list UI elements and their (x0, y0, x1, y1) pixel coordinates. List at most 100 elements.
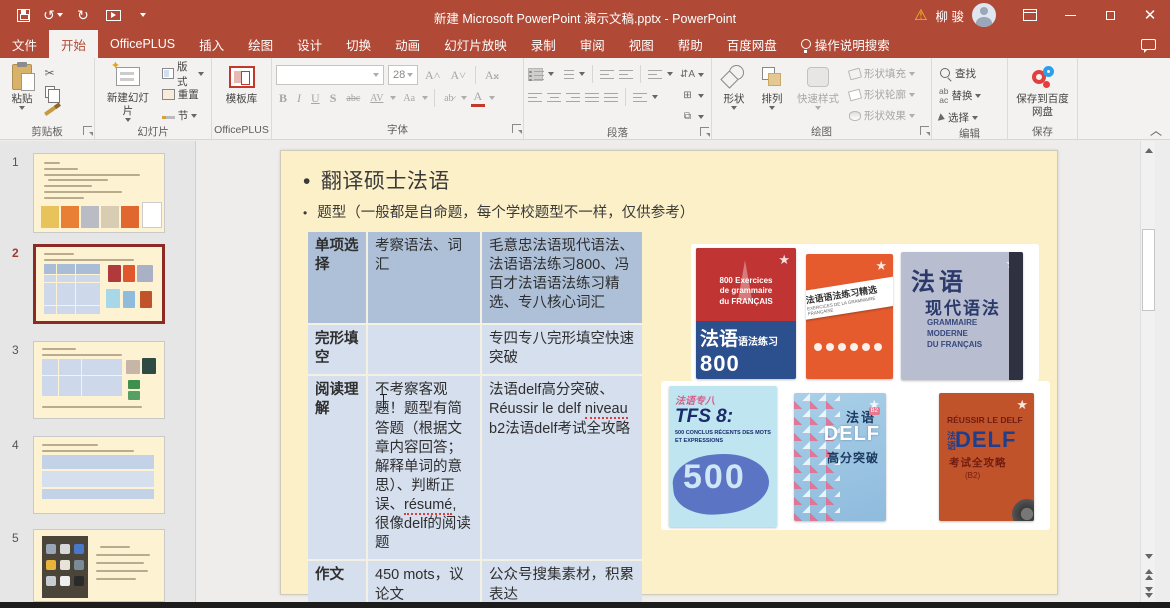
tab-view[interactable]: 视图 (617, 30, 666, 58)
tab-animations[interactable]: 动画 (383, 30, 432, 58)
arrange-button[interactable]: 排列 (754, 62, 790, 124)
character-spacing-button[interactable]: AV (367, 93, 386, 104)
numbering-button[interactable] (559, 68, 574, 81)
convert-smartart-button[interactable]: ⧉ (677, 108, 707, 125)
start-slideshow-icon[interactable] (104, 6, 122, 24)
line-spacing-icon[interactable] (648, 68, 662, 81)
minimize-button[interactable] (1050, 0, 1090, 30)
text-direction-button[interactable]: ⇵A (677, 66, 707, 83)
slide-canvas[interactable]: •翻译硕士法语 •题型（一般都是自命题，每个学校题型不一样，仅供参考） 单项选择… (280, 150, 1058, 595)
slide-thumbnail-3[interactable]: 3 (33, 341, 165, 419)
dialog-launcher-icon[interactable] (700, 127, 709, 136)
slide-thumbnail-4[interactable]: 4 (33, 436, 165, 514)
tab-transitions[interactable]: 切换 (334, 30, 383, 58)
tab-draw[interactable]: 绘图 (236, 30, 285, 58)
clear-formatting-icon[interactable]: A𝄪 (482, 68, 502, 83)
format-painter-icon[interactable] (42, 103, 57, 118)
table-cell[interactable] (368, 325, 480, 374)
book-cover-grammaire-moderne[interactable]: ★ 法语 现代语法 GRAMMAIREMODERNEDU FRANÇAIS (901, 252, 1023, 380)
book-cover-reussir-delf[interactable]: ★ RÉUSSIR LE DELF 法语 DELF 考试全攻略 (B2) (939, 393, 1034, 521)
table-cell[interactable]: 单项选择 (308, 232, 366, 323)
table-cell[interactable]: 毛意忠法语现代语法、法语语法练习800、冯百才法语语法练习精选、专八核心词汇 (482, 232, 642, 323)
save-to-baidu-netdisk-button[interactable]: 保存到百度网盘 (1010, 62, 1076, 124)
tab-insert[interactable]: 插入 (187, 30, 236, 58)
redo-icon[interactable]: ↻ (74, 6, 92, 24)
paste-button[interactable]: 粘贴 (4, 62, 40, 124)
scroll-up-button[interactable] (1142, 143, 1155, 158)
italic-button[interactable]: I (294, 91, 304, 106)
next-slide-button[interactable] (1142, 585, 1155, 600)
shape-outline-button[interactable]: 形状轮廓 (846, 86, 918, 103)
slide-title[interactable]: •翻译硕士法语 (303, 165, 450, 195)
account-user-name[interactable]: 柳 骏 (936, 6, 964, 25)
scrollbar-thumb[interactable] (1142, 229, 1155, 311)
table-cell[interactable]: 作文 (308, 561, 366, 608)
book-cover-grammaire-800[interactable]: ★ 800 Exercicesde grammairedu FRANÇAIS 法… (696, 248, 796, 379)
table-cell[interactable]: 450 mots，议论文 (368, 561, 480, 608)
justify-button[interactable] (585, 91, 599, 104)
align-center-button[interactable] (547, 91, 561, 104)
slide-thumbnail-5[interactable]: 5 (33, 529, 165, 602)
vertical-scrollbar[interactable] (1140, 141, 1155, 602)
dialog-launcher-icon[interactable] (920, 126, 929, 135)
decrease-indent-icon[interactable] (600, 68, 614, 81)
slide-subtitle[interactable]: •题型（一般都是自命题，每个学校题型不一样，仅供参考） (303, 201, 694, 222)
slide-thumbnail-1[interactable]: 1 (33, 153, 165, 233)
restore-button[interactable] (1090, 0, 1130, 30)
ribbon-display-options-button[interactable] (1010, 0, 1050, 30)
save-icon[interactable] (14, 6, 32, 24)
collapse-ribbon-icon[interactable] (1150, 129, 1160, 135)
increase-indent-icon[interactable] (619, 68, 633, 81)
shadow-button[interactable]: S (327, 91, 340, 106)
table-cell[interactable]: 法语delf高分突破、Réussir le delf niveau b2法语de… (482, 376, 642, 559)
copy-icon[interactable] (42, 84, 57, 99)
shapes-button[interactable]: 形状 (716, 62, 752, 124)
replace-button[interactable]: abac替换 (936, 87, 984, 104)
select-button[interactable]: 选择 (936, 109, 984, 126)
shape-fill-button[interactable]: 形状填充 (846, 65, 918, 82)
shrink-font-icon[interactable]: A˅ (447, 68, 468, 83)
bullets-button[interactable] (528, 68, 543, 81)
section-button[interactable]: 节 (159, 107, 207, 124)
book-cover-tfs8-500[interactable]: 法语专八 TFS 8: 500 CONCLUS RÉCENTS DES MOTS… (669, 386, 777, 527)
undo-icon[interactable]: ↺ (44, 6, 62, 24)
tab-help[interactable]: 帮助 (666, 30, 715, 58)
columns-icon[interactable] (633, 91, 647, 104)
layout-button[interactable]: 版式 (159, 65, 207, 82)
scroll-down-button[interactable] (1142, 549, 1155, 564)
grow-font-icon[interactable]: A˄ (422, 68, 443, 83)
warning-icon[interactable]: ⚠ (914, 6, 927, 24)
table-cell[interactable]: 考察语法、词汇 (368, 232, 480, 323)
shape-effects-button[interactable]: 形状效果 (846, 107, 918, 124)
find-button[interactable]: 查找 (936, 65, 984, 82)
font-name-combo[interactable] (276, 65, 384, 85)
avatar[interactable] (972, 3, 996, 27)
change-case-button[interactable]: Aa (400, 93, 418, 104)
tab-slideshow[interactable]: 幻灯片放映 (432, 30, 519, 58)
tab-baidu-netdisk[interactable]: 百度网盘 (715, 30, 789, 58)
align-left-button[interactable] (528, 91, 542, 104)
table-cell[interactable]: 专四专八完形填空快速突破 (482, 325, 642, 374)
distribute-button[interactable] (604, 91, 618, 104)
new-slide-button[interactable]: 新建幻灯片 (99, 62, 157, 124)
template-library-button[interactable]: 模板库 (221, 62, 263, 124)
tab-file[interactable]: 文件 (0, 30, 49, 58)
cut-icon[interactable]: ✂ (42, 65, 57, 80)
comments-icon[interactable] (1141, 39, 1156, 50)
tab-home[interactable]: 开始 (49, 30, 98, 58)
slide-table[interactable]: 单项选择考察语法、词汇毛意忠法语现代语法、法语语法练习800、冯百才法语语法练习… (308, 232, 642, 608)
table-cell[interactable]: 阅读理解 (308, 376, 366, 559)
highlight-button[interactable]: ab̷ (441, 93, 456, 104)
align-text-button[interactable]: ⊞ (677, 87, 707, 104)
previous-slide-button[interactable] (1142, 567, 1155, 582)
underline-button[interactable]: U (308, 91, 323, 106)
slide-thumbnail-2[interactable]: 2 (33, 244, 165, 324)
customize-qat-icon[interactable] (134, 6, 152, 24)
table-cell[interactable]: 公众号搜集素材，积累表达 (482, 561, 642, 608)
table-cell[interactable]: 完形填空 (308, 325, 366, 374)
strikethrough-button[interactable]: abc (343, 93, 363, 104)
font-color-button[interactable]: A (471, 89, 486, 107)
close-button[interactable]: ✕ (1130, 0, 1170, 30)
align-right-button[interactable] (566, 91, 580, 104)
book-cover-jingxuan[interactable]: ★ 法语语法练习精选 EXERCICES DE LA GRAMMAIRE FRA… (806, 254, 893, 379)
